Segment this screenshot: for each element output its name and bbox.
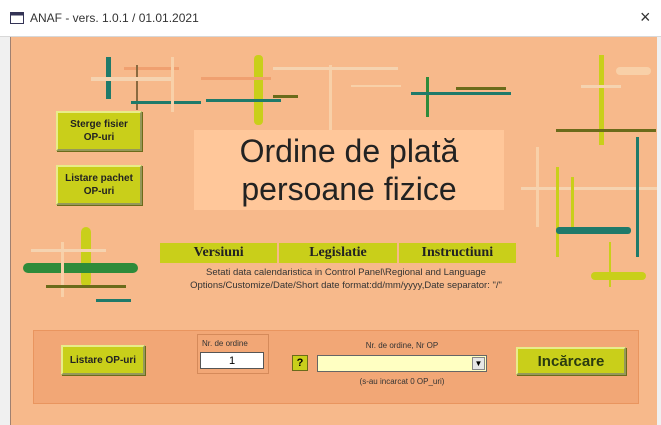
nr-ordine-group: Nr. de ordine 1 <box>197 334 269 374</box>
page-title: Ordine de plată persoane fizice <box>194 130 504 210</box>
nav-legislatie[interactable]: Legislatie <box>279 243 399 263</box>
main-form: Sterge fisier OP-uri Listare pachet OP-u… <box>10 37 657 425</box>
window-title: ANAF - vers. 1.0.1 / 01.01.2021 <box>30 11 199 25</box>
chevron-down-icon[interactable]: ▼ <box>472 357 485 370</box>
help-button[interactable]: ? <box>292 355 308 371</box>
load-status: (s-au incarcat 0 OP_uri) <box>359 377 445 386</box>
nr-op-label: Nr. de ordine, Nr OP <box>365 341 439 350</box>
sterge-button-label: Sterge fisier OP-uri <box>70 119 128 143</box>
nr-op-select[interactable]: ▼ <box>317 355 487 372</box>
nav-versiuni[interactable]: Versiuni <box>160 243 280 263</box>
nr-ordine-input[interactable]: 1 <box>200 352 264 369</box>
nav-bar: Versiuni Legislatie Instructiuni <box>160 243 516 263</box>
incarcare-label: Incărcare <box>537 352 605 370</box>
sterge-fisier-op-button[interactable]: Sterge fisier OP-uri <box>56 111 142 151</box>
close-icon[interactable]: × <box>640 7 651 27</box>
nr-ordine-label: Nr. de ordine <box>202 339 248 348</box>
load-panel: Listare OP-uri Nr. de ordine 1 ? Nr. de … <box>33 330 639 404</box>
date-format-note: Setati data calendaristica in Control Pa… <box>190 267 502 291</box>
title-bar: ANAF - vers. 1.0.1 / 01.01.2021 × <box>0 0 661 37</box>
nav-instructiuni[interactable]: Instructiuni <box>399 243 516 263</box>
listare-op-label: Listare OP-uri <box>69 354 137 366</box>
listare-pachet-op-button[interactable]: Listare pachet OP-uri <box>56 165 142 205</box>
incarcare-button[interactable]: Incărcare <box>516 347 626 375</box>
listare-op-button[interactable]: Listare OP-uri <box>61 345 145 375</box>
listare-pachet-label: Listare pachet OP-uri <box>65 173 133 197</box>
app-icon <box>10 12 24 24</box>
